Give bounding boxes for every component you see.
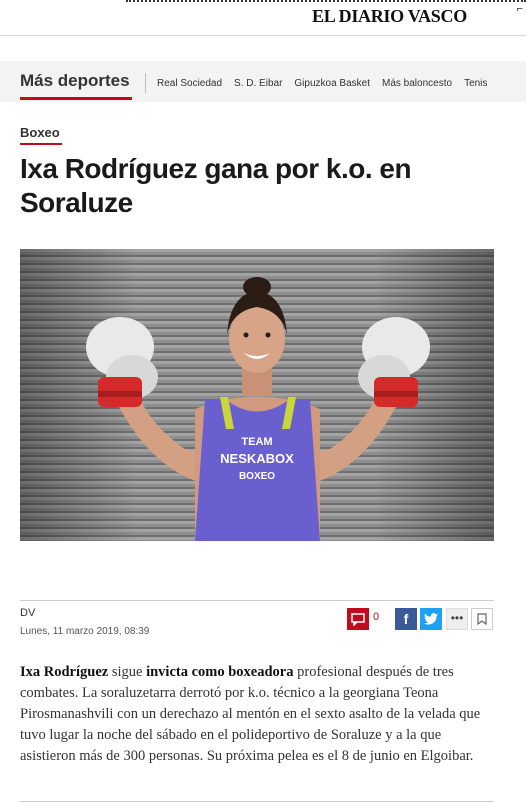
- facebook-icon: f: [403, 611, 409, 627]
- body-text-1: sigue: [108, 664, 147, 680]
- comments-button[interactable]: [347, 608, 369, 630]
- bookmark-icon: [477, 613, 487, 625]
- ellipsis-icon: •••: [450, 611, 464, 625]
- nav-separator: [145, 73, 146, 93]
- article-section-tag[interactable]: Boxeo: [20, 125, 60, 140]
- comment-icon: [351, 612, 365, 626]
- shirt-text-neskabox: NESKABOX: [220, 451, 294, 466]
- facebook-share-button[interactable]: f: [395, 608, 417, 630]
- more-options-button[interactable]: •••: [446, 608, 468, 630]
- nav-link-eibar[interactable]: S. D. Eibar: [234, 78, 282, 89]
- nav-link-gipuzkoa-basket[interactable]: Gipuzkoa Basket: [294, 78, 370, 89]
- body-bold-name: Ixa Rodríguez: [20, 664, 109, 680]
- article-photo[interactable]: TEAM NESKABOX BOXEO: [20, 249, 494, 541]
- shirt-text-team: TEAM: [241, 436, 272, 448]
- body-bottom-divider: [20, 801, 494, 802]
- section-nav: Más deportes Real Sociedad S. D. Eibar G…: [0, 61, 526, 102]
- corner-mark: ⌐: [516, 3, 523, 15]
- body-bold-invicta: invicta como boxeadora: [146, 664, 294, 680]
- comments-count[interactable]: 0: [373, 611, 379, 623]
- nav-section-title[interactable]: Más deportes: [20, 71, 130, 91]
- nav-link-real-sociedad[interactable]: Real Sociedad: [157, 78, 222, 89]
- site-logo[interactable]: EL DIARIO VASCO: [312, 6, 467, 27]
- article-body: Ixa Rodríguez sigue invicta como boxeado…: [20, 662, 494, 767]
- shirt-text-boxeo: BOXEO: [239, 471, 275, 482]
- nav-links: Real Sociedad S. D. Eibar Gipuzkoa Baske…: [157, 78, 487, 89]
- nav-link-tenis[interactable]: Tenis: [464, 78, 487, 89]
- site-header: EL DIARIO VASCO ⌐: [0, 0, 526, 36]
- meta-divider: [20, 600, 494, 601]
- article-author: DV: [20, 607, 36, 619]
- twitter-icon: [424, 613, 438, 625]
- article-headline: Ixa Rodríguez gana por k.o. en Soraluze: [20, 153, 412, 218]
- nav-title-underline: [20, 97, 132, 100]
- article-date: Lunes, 11 marzo 2019, 08:39: [20, 626, 150, 637]
- bookmark-button[interactable]: [471, 608, 493, 630]
- section-tag-underline: [20, 143, 62, 145]
- header-dotted-rule: [126, 0, 526, 2]
- twitter-share-button[interactable]: [420, 608, 442, 630]
- nav-link-mas-baloncesto[interactable]: Más baloncesto: [382, 78, 452, 89]
